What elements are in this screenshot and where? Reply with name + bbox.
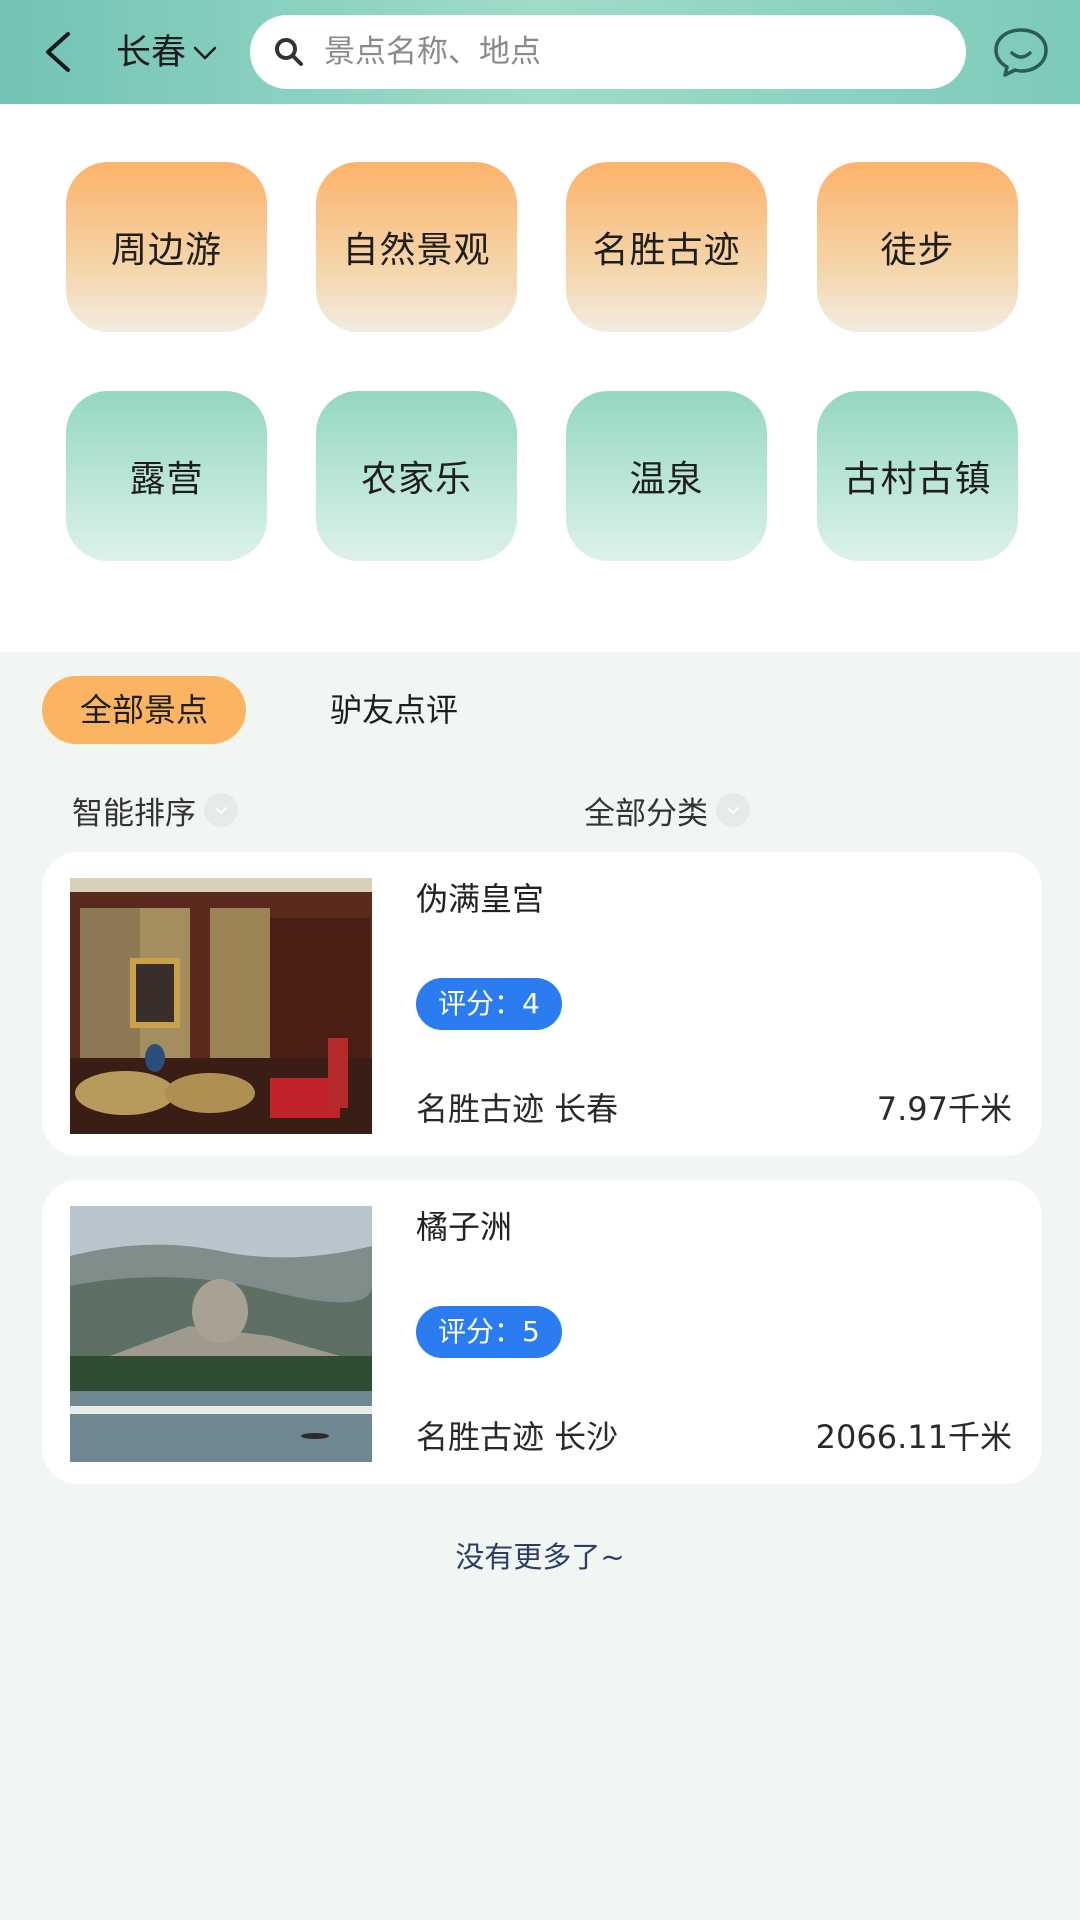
category-dropdown[interactable]: 全部分类 bbox=[584, 786, 750, 834]
search-bar[interactable] bbox=[250, 15, 966, 89]
tab-all-spots[interactable]: 全部景点 bbox=[42, 676, 246, 744]
top-bar: 长春 bbox=[0, 0, 1080, 104]
spot-card[interactable]: 伪满皇宫 评分：4 名胜古迹 长春 7.97千米 bbox=[42, 852, 1042, 1156]
rating-badge: 评分：4 bbox=[416, 978, 562, 1030]
tab-reviews[interactable]: 驴友点评 bbox=[330, 676, 458, 744]
category-tile-nearby[interactable]: 周边游 bbox=[66, 162, 267, 332]
spot-photo-island bbox=[70, 1206, 372, 1462]
chevron-down-icon bbox=[716, 793, 750, 827]
spot-name: 伪满皇宫 bbox=[416, 880, 545, 918]
chevron-down-icon bbox=[204, 793, 238, 827]
category-tile-hiking[interactable]: 徒步 bbox=[817, 162, 1018, 332]
city-name: 长春 bbox=[116, 33, 187, 73]
spot-meta: 名胜古迹 长沙 bbox=[416, 1418, 619, 1456]
category-tile-ancient-town[interactable]: 古村古镇 bbox=[817, 391, 1018, 561]
chevron-down-icon bbox=[193, 46, 217, 60]
sort-dropdown[interactable]: 智能排序 bbox=[72, 786, 238, 834]
back-arrow-icon[interactable] bbox=[38, 28, 78, 76]
category-tile-farmstay[interactable]: 农家乐 bbox=[316, 391, 517, 561]
city-selector[interactable]: 长春 bbox=[116, 28, 220, 78]
search-icon bbox=[275, 38, 303, 66]
spot-meta: 名胜古迹 长春 bbox=[416, 1090, 619, 1128]
spot-photo-palace bbox=[70, 878, 372, 1134]
spot-distance: 2066.11千米 bbox=[815, 1418, 1012, 1456]
message-icon[interactable] bbox=[992, 26, 1050, 78]
rating-badge: 评分：5 bbox=[416, 1306, 562, 1358]
spot-distance: 7.97千米 bbox=[876, 1090, 1012, 1128]
sort-label: 智能排序 bbox=[72, 795, 196, 832]
category-tile-camping[interactable]: 露营 bbox=[66, 391, 267, 561]
end-of-list-note: 没有更多了~ bbox=[455, 1540, 625, 1574]
tab-bar: 全部景点 驴友点评 bbox=[0, 676, 1080, 746]
category-tile-hot-spring[interactable]: 温泉 bbox=[566, 391, 767, 561]
category-tile-nature[interactable]: 自然景观 bbox=[316, 162, 517, 332]
category-filter-label: 全部分类 bbox=[584, 795, 708, 832]
spot-card[interactable]: 橘子洲 评分：5 名胜古迹 长沙 2066.11千米 bbox=[42, 1180, 1042, 1484]
category-tile-historic[interactable]: 名胜古迹 bbox=[566, 162, 767, 332]
category-panel: 周边游 自然景观 名胜古迹 徒步 露营 农家乐 温泉 古村古镇 bbox=[0, 104, 1080, 652]
spot-name: 橘子洲 bbox=[416, 1208, 513, 1246]
search-input[interactable] bbox=[322, 33, 926, 71]
